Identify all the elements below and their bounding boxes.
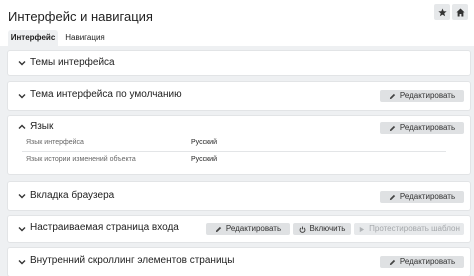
power-icon [299, 226, 305, 233]
favorite-button[interactable] [434, 4, 450, 20]
chevron-down-icon[interactable] [18, 192, 26, 200]
history-language-value: Русский [191, 156, 217, 163]
play-icon [359, 226, 365, 232]
home-button[interactable] [452, 4, 468, 20]
panel-title-inner-scroll[interactable]: Внутренний скроллинг элементов страницы [30, 255, 234, 266]
panel-language: Язык Редактировать Язык интерфейса Русск… [8, 116, 470, 174]
edit-button[interactable]: Редактировать [206, 223, 290, 235]
panel-title-browser-tab[interactable]: Вкладка браузера [30, 190, 114, 201]
pencil-icon [389, 125, 395, 131]
history-language-label: Язык истории изменений объекта [26, 156, 136, 163]
chevron-down-icon[interactable] [18, 225, 26, 233]
chevron-up-icon[interactable] [18, 123, 26, 131]
panel-login-page: Настраиваемая страница входа Редактирова… [8, 216, 470, 242]
star-icon [437, 7, 447, 16]
interface-language-value: Русский [191, 139, 217, 146]
enable-button-label: Включить [309, 224, 346, 233]
pencil-icon [215, 226, 221, 232]
panel-inner-scroll: Внутренний скроллинг элементов страницы … [8, 248, 470, 276]
panel-themes: Темы интерфейса [8, 51, 470, 75]
interface-language-label: Язык интерфейса [26, 139, 84, 146]
pencil-icon [389, 93, 395, 99]
chevron-down-icon[interactable] [18, 59, 26, 67]
edit-button[interactable]: Редактировать [380, 256, 464, 268]
edit-button-label: Редактировать [399, 123, 456, 132]
chevron-down-icon[interactable] [18, 92, 26, 100]
page-title: Интерфейс и навигация [8, 9, 153, 24]
pencil-icon [389, 194, 395, 200]
edit-button-label: Редактировать [399, 91, 456, 100]
test-template-button[interactable]: Протестировать шаблон [354, 223, 464, 235]
panel-title-default-theme[interactable]: Тема интерфейса по умолчанию [30, 89, 182, 100]
panel-title-themes[interactable]: Темы интерфейса [30, 57, 115, 68]
test-template-button-label: Протестировать шаблон [369, 224, 460, 233]
chevron-down-icon[interactable] [18, 258, 26, 266]
edit-button-label: Редактировать [399, 257, 456, 266]
panel-default-theme: Тема интерфейса по умолчанию Редактирова… [8, 82, 470, 110]
panel-title-login-page[interactable]: Настраиваемая страница входа [30, 222, 179, 233]
tab-interface[interactable]: Интерфейс [8, 30, 58, 46]
edit-button-label: Редактировать [399, 192, 456, 201]
page-header: Интерфейс и навигация Интерфейс Навигаци… [0, 0, 474, 46]
enable-button[interactable]: Включить [293, 223, 351, 235]
pencil-icon [389, 259, 395, 265]
home-icon [455, 7, 465, 17]
tab-navigation[interactable]: Навигация [60, 30, 110, 46]
edit-button[interactable]: Редактировать [380, 122, 464, 134]
edit-button[interactable]: Редактировать [380, 191, 464, 203]
panel-title-language[interactable]: Язык [30, 121, 53, 132]
edit-button[interactable]: Редактировать [380, 90, 464, 102]
divider [22, 151, 446, 152]
edit-button-label: Редактировать [225, 224, 282, 233]
panel-browser-tab: Вкладка браузера Редактировать [8, 182, 470, 210]
